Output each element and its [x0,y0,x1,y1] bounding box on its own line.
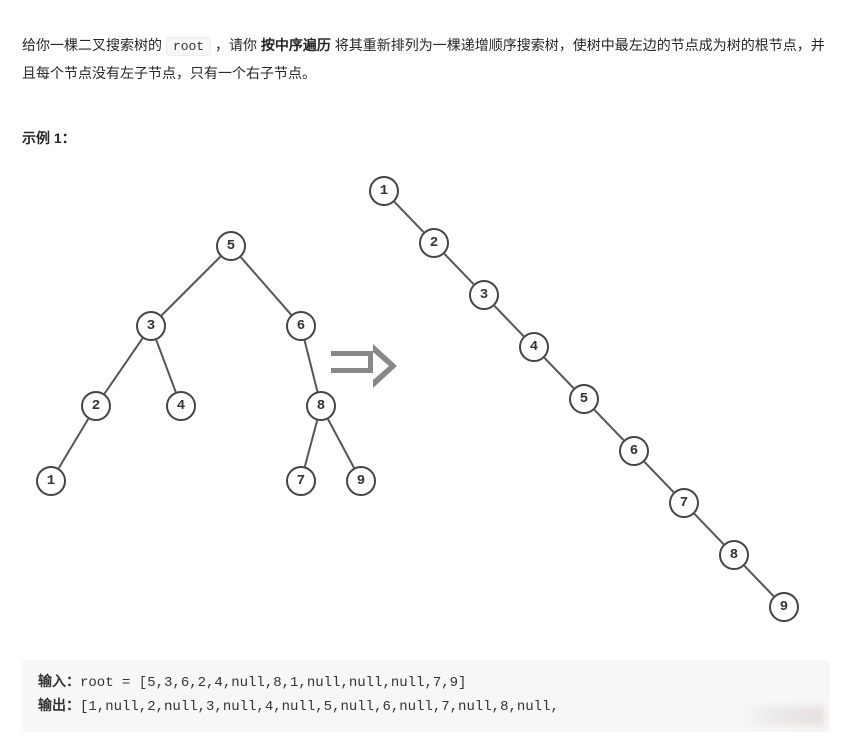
input-body: root = [5,3,6,2,4,null,8,1,null,null,nul… [80,675,466,691]
tree-edge [241,258,291,315]
tree-edge [104,339,142,394]
tree-edge [328,420,354,469]
blur-overlay-icon [744,706,824,726]
tree-edge [494,306,523,336]
tree-edge [156,340,175,392]
input-label: 输入： [38,675,80,691]
problem-description: 给你一棵二叉搜索树的 root ，请你 按中序遍历 将其重新排列为一棵递增顺序搜… [22,32,830,86]
desc-part-a: 给你一棵二叉搜索树的 [22,37,166,53]
tree-diagram: 536248179123456789 [31,166,821,656]
tree-edge [644,462,673,492]
arrow-head-icon [373,344,397,388]
tree-edge [694,514,723,544]
output-body: [1,null,2,null,3,null,4,null,5,null,6,nu… [80,699,559,715]
desc-bold: 按中序遍历 [261,37,331,53]
tree-edge [394,202,423,232]
root-code-inline: root [166,37,211,56]
arrow-icon [331,351,373,373]
example-title: 示例 1： [22,128,830,148]
example-codeblock: 输入：root = [5,3,6,2,4,null,8,1,null,null,… [22,660,830,732]
desc-part-b: ，请你 [215,37,261,53]
tree-edge [59,419,89,468]
tree-edge [305,341,318,392]
tree-edge [544,358,573,388]
tree-edge [594,410,623,440]
tree-edge [444,254,473,284]
tree-edge [744,566,773,596]
tree-edge [162,257,221,316]
output-label: 输出： [38,699,80,715]
tree-edge [305,421,317,467]
